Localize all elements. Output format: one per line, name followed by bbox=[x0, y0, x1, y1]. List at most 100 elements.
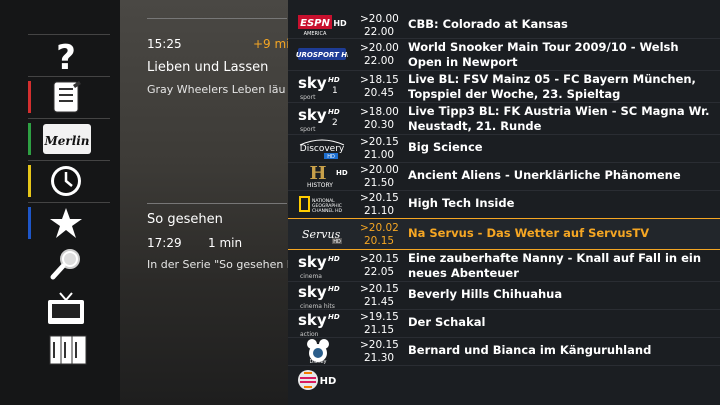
svg-text:HD: HD bbox=[328, 76, 340, 84]
end-time: 21.30 bbox=[364, 352, 395, 364]
channel-row[interactable]: HD bbox=[288, 365, 720, 395]
red-key-bar bbox=[28, 81, 31, 113]
channel-row[interactable]: sky HD cinema >20.15 22.05 Eine zauberhaft… bbox=[288, 249, 720, 282]
sky-sport-1-logo-icon: sky HD 1 sport bbox=[296, 73, 348, 101]
end-time: 21.15 bbox=[364, 324, 395, 336]
program-info-panel: 15:25 +9 mi Lieben und Lassen Gray Wheel… bbox=[120, 0, 288, 405]
svg-text:HD: HD bbox=[336, 169, 348, 177]
channel-row[interactable]: NATIONAL GEOGRAPHIC CHANNEL HD >20.15 21.1… bbox=[288, 190, 720, 219]
channel-row[interactable]: sky HD action >19.15 21.15 Der Schakal bbox=[288, 309, 720, 338]
channel-row[interactable]: EUROSPORT HD >20.00 22.00 World Snooker … bbox=[288, 38, 720, 71]
national-geographic-logo-icon: NATIONAL GEOGRAPHIC CHANNEL HD bbox=[296, 193, 348, 217]
next-duration: 1 min bbox=[208, 236, 243, 250]
clock-icon bbox=[44, 163, 88, 199]
svg-text:2: 2 bbox=[332, 118, 338, 128]
disney-logo-icon: Disney bbox=[296, 338, 348, 365]
program-title: Eine zauberhafte Nanny - Knall auf Fall … bbox=[408, 251, 702, 280]
end-time: 21.00 bbox=[364, 149, 395, 161]
svg-text:HD: HD bbox=[333, 19, 347, 28]
sidebar-item-timer[interactable] bbox=[28, 160, 110, 201]
sidebar-item-favorites[interactable] bbox=[28, 202, 110, 243]
svg-text:HD: HD bbox=[328, 285, 340, 293]
current-start-time: 15:25 bbox=[147, 37, 182, 51]
eurosport-hd-logo-icon: EUROSPORT HD bbox=[291, 42, 353, 66]
svg-text:sport: sport bbox=[300, 126, 316, 133]
svg-text:sky: sky bbox=[298, 253, 327, 271]
start-time: >20.15 bbox=[360, 339, 399, 351]
channel-row[interactable]: sky HD 1 sport >18.15 20.45 Live BL: FSV Ma… bbox=[288, 70, 720, 103]
sat1-hd-logo-icon: HD bbox=[296, 368, 348, 392]
yellow-key-bar bbox=[28, 165, 31, 197]
end-time: 22.00 bbox=[364, 55, 395, 67]
svg-text:1: 1 bbox=[332, 86, 338, 96]
divider bbox=[147, 18, 287, 19]
sidebar-item-merlin[interactable]: Merlin bbox=[28, 118, 110, 159]
svg-text:sky: sky bbox=[298, 106, 327, 124]
program-title: Ancient Aliens - Unerklärliche Phänomene bbox=[408, 168, 681, 182]
program-title: Na Servus - Das Wetter auf ServusTV bbox=[408, 226, 650, 240]
channel-row[interactable]: H HD HISTORY >20.00 21.50 Ancient Aliens -… bbox=[288, 162, 720, 191]
svg-text:HD: HD bbox=[333, 239, 341, 245]
sidebar-item-tv[interactable] bbox=[28, 288, 110, 328]
end-time: 20.30 bbox=[364, 119, 395, 131]
svg-text:HD: HD bbox=[328, 108, 340, 116]
end-time: 21.45 bbox=[364, 296, 395, 308]
start-time: >20.15 bbox=[360, 192, 399, 204]
program-title: CBB: Colorado at Kansas bbox=[408, 17, 568, 31]
sky-action-logo-icon: sky HD action bbox=[296, 310, 348, 338]
end-time: 20.15 bbox=[364, 235, 395, 247]
start-time: >20.02 bbox=[360, 222, 399, 234]
svg-text:sport: sport bbox=[300, 94, 316, 101]
svg-text:cinema: cinema bbox=[300, 273, 322, 280]
discovery-hd-logo-icon: Discovery HD bbox=[296, 137, 348, 161]
svg-text:sky: sky bbox=[298, 283, 327, 301]
program-title: Der Schakal bbox=[408, 315, 486, 329]
start-time: >18.00 bbox=[360, 106, 399, 118]
divider bbox=[147, 203, 287, 204]
svg-text:sky: sky bbox=[298, 311, 327, 329]
next-start-time: 17:29 bbox=[147, 236, 182, 250]
channel-row[interactable]: sky HD cinema hits >20.15 21.45 Beverly Hi… bbox=[288, 281, 720, 310]
program-title: Bernard und Bianca im Känguruhland bbox=[408, 343, 652, 357]
end-time: 22.00 bbox=[364, 26, 395, 38]
channel-row[interactable]: ESPN HD AMERICA >20.00 22.00 CBB: Colorado… bbox=[288, 10, 720, 39]
start-time: >19.15 bbox=[360, 311, 399, 323]
channel-row[interactable]: Discovery HD >20.15 21.00 Big Science bbox=[288, 134, 720, 163]
magnifier-icon bbox=[44, 246, 88, 282]
svg-text:HD: HD bbox=[320, 376, 337, 387]
question-mark-icon: ? bbox=[44, 37, 88, 78]
sidebar-item-notebooks[interactable] bbox=[28, 330, 110, 370]
sidebar-item-search[interactable] bbox=[28, 244, 110, 284]
sidebar-item-notes[interactable] bbox=[28, 76, 110, 117]
svg-text:HISTORY: HISTORY bbox=[307, 182, 333, 189]
svg-text:Merlin: Merlin bbox=[43, 134, 89, 148]
star-icon bbox=[44, 205, 88, 241]
program-title: High Tech Inside bbox=[408, 196, 515, 210]
sky-cinema-hits-logo-icon: sky HD cinema hits bbox=[296, 282, 348, 310]
program-title: Big Science bbox=[408, 140, 483, 154]
svg-text:AMERICA: AMERICA bbox=[304, 31, 327, 37]
start-time: >20.15 bbox=[360, 136, 399, 148]
start-time: >18.15 bbox=[360, 74, 399, 86]
svg-text:Disney: Disney bbox=[309, 359, 326, 364]
servustv-hd-logo-icon: Servus HD bbox=[296, 223, 348, 247]
next-program-title: So gesehen bbox=[147, 212, 223, 227]
next-program-description: In der Serie "So gesehen Bischof Gerhard… bbox=[147, 258, 288, 271]
end-time: 20.45 bbox=[364, 87, 395, 99]
espn-hd-logo-icon: ESPN HD AMERICA bbox=[296, 13, 348, 37]
start-time: >20.15 bbox=[360, 253, 399, 265]
program-title: Live BL: FSV Mainz 05 - FC Bayern Münche… bbox=[408, 72, 696, 101]
program-title: World Snooker Main Tour 2009/10 - Welsh … bbox=[408, 40, 679, 69]
notepad-icon bbox=[44, 79, 88, 115]
current-time-delta: +9 mi bbox=[253, 37, 288, 51]
sidebar-item-help[interactable]: ? bbox=[28, 34, 110, 78]
svg-text:CHANNEL HD: CHANNEL HD bbox=[312, 208, 343, 214]
notebooks-icon bbox=[44, 332, 88, 368]
channel-row[interactable]: Disney >20.15 21.30 Bernard und Bianca i… bbox=[288, 337, 720, 366]
channel-row-selected[interactable]: Servus HD >20.02 20.15 Na Servus - Das We… bbox=[288, 218, 720, 250]
sky-cinema-logo-icon: sky HD cinema bbox=[296, 252, 348, 280]
sidebar: ? Merlin bbox=[0, 0, 120, 405]
channel-row[interactable]: sky HD 2 sport >18.00 20.30 Live Tipp3 BL: … bbox=[288, 102, 720, 135]
end-time: 21.50 bbox=[364, 177, 395, 189]
tv-icon bbox=[44, 290, 88, 326]
